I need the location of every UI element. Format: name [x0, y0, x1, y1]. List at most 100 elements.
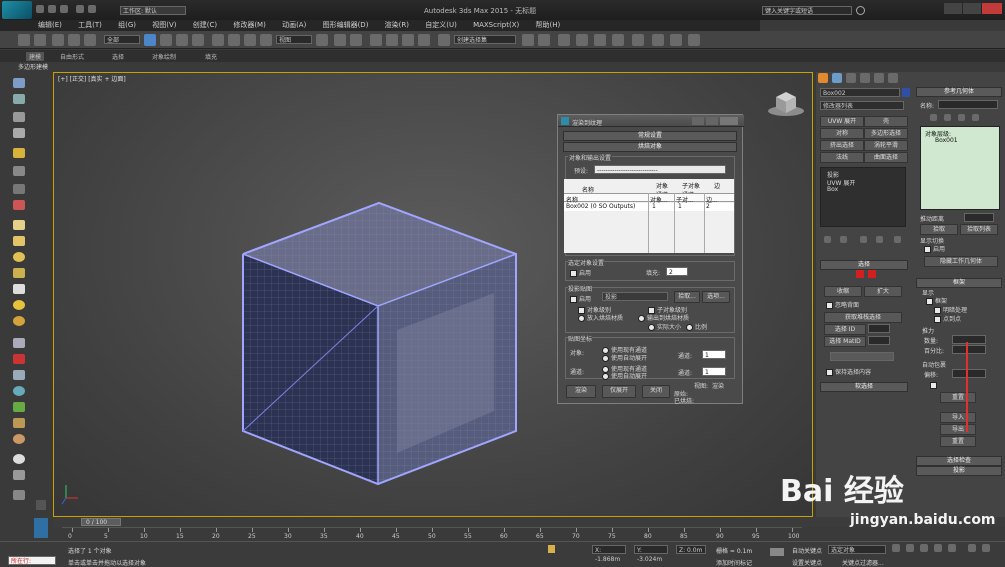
place-icon[interactable] [260, 34, 272, 46]
poly-select-button[interactable]: 多边形选择 [864, 128, 908, 139]
menu-rendering[interactable]: 渲染(R) [385, 20, 409, 31]
dialog-title-bar[interactable]: 渲染到纹理 [558, 115, 744, 127]
import-button[interactable]: 导入 [940, 412, 976, 423]
menu-create[interactable]: 创建(C) [193, 20, 217, 31]
pan-icon[interactable] [982, 544, 990, 552]
grow-button[interactable]: 扩大 [864, 286, 902, 297]
sphere-icon[interactable] [13, 252, 25, 262]
proportional-radio[interactable]: 比例 [686, 322, 707, 331]
torus-icon[interactable] [13, 268, 25, 278]
unlink-icon[interactable] [68, 34, 80, 46]
tab-populate[interactable]: 填充 [205, 52, 217, 61]
shell-button[interactable]: 壳 [864, 116, 908, 127]
selected-object-dropdown[interactable]: 选定对象 [828, 545, 886, 554]
edge-mode-icon[interactable] [868, 270, 876, 278]
helper-icon[interactable] [13, 184, 25, 194]
go-end-icon[interactable] [948, 544, 956, 552]
dialog-maximize-button[interactable] [706, 117, 718, 125]
layer-icon[interactable] [13, 94, 25, 104]
soft-selection-rollout[interactable]: 软选择 [820, 382, 908, 392]
sphere2-icon[interactable] [13, 454, 25, 464]
sub-use-auto-radio[interactable]: 使用自动展开 [602, 371, 647, 380]
move-icon[interactable] [212, 34, 224, 46]
viewport-label[interactable]: [+] [正交] [真实 + 边面] [58, 74, 126, 83]
select-id-spinner[interactable] [868, 324, 890, 333]
box-icon[interactable] [13, 220, 25, 230]
surface-select-button[interactable]: 曲面选择 [864, 152, 908, 163]
projection-rollout[interactable]: 投影 [916, 466, 1002, 476]
scale-icon[interactable] [244, 34, 256, 46]
search-input[interactable]: 键入关键字或短语 [762, 6, 852, 15]
make-unique-icon[interactable] [860, 236, 867, 243]
manipulate-icon[interactable] [334, 34, 346, 46]
cage-checkbox[interactable]: 框架 [926, 296, 947, 305]
symmetry-button[interactable]: 对称 [820, 128, 864, 139]
ref-geometry-list[interactable]: 对象层级: Box001 [920, 126, 1000, 210]
sg-dropdown[interactable] [830, 352, 894, 361]
reset-cage-button[interactable]: 重置 [940, 392, 976, 403]
save-icon[interactable] [60, 5, 68, 13]
redo-icon[interactable] [34, 34, 46, 46]
keyboard-shortcut-icon[interactable] [350, 34, 362, 46]
select-id-button[interactable]: 选择 ID [824, 324, 866, 335]
uvw-unwrap-button[interactable]: UVW 展开 [820, 116, 864, 127]
cone-icon[interactable] [13, 284, 25, 294]
shaded-checkbox[interactable]: 明暗处理 [934, 305, 967, 314]
maxscript-listener[interactable]: 所在行: [8, 556, 56, 565]
select-matid-button[interactable]: 选择 MatID [824, 336, 866, 347]
render-icon[interactable] [688, 34, 700, 46]
sub-channel-dropdown[interactable]: 1 [702, 367, 726, 376]
z-coord-field[interactable]: Z: 0.0m [676, 545, 706, 554]
tab-object-paint[interactable]: 对象绘制 [152, 52, 176, 61]
utilities-tab-icon[interactable] [888, 73, 898, 83]
link-icon[interactable] [52, 34, 64, 46]
move-up-icon[interactable] [930, 114, 937, 121]
key-icon[interactable] [770, 548, 784, 556]
schematic-view-icon[interactable] [612, 34, 624, 46]
modifier-list-dropdown[interactable]: 修改器列表 [820, 101, 904, 110]
teapot-icon[interactable] [13, 316, 25, 326]
hierarchy-tab-icon[interactable] [846, 73, 856, 83]
align-icon[interactable] [538, 34, 550, 46]
zoom-icon[interactable] [968, 544, 976, 552]
angle-snap-icon[interactable] [386, 34, 398, 46]
select-by-name-icon[interactable] [160, 34, 172, 46]
menu-tools[interactable]: 工具(T) [78, 20, 102, 31]
lock-icon[interactable] [13, 490, 25, 500]
motion-tab-icon[interactable] [860, 73, 870, 83]
undo-icon[interactable] [76, 5, 84, 13]
geosphere-icon[interactable] [13, 300, 25, 310]
dialog-minimize-button[interactable] [692, 117, 704, 125]
viewport-nav-button[interactable] [36, 500, 46, 510]
shrink-button[interactable]: 收缩 [824, 286, 862, 297]
get-stack-selection-button[interactable]: 获取堆栈选择 [824, 312, 902, 323]
rendered-frame-icon[interactable] [670, 34, 682, 46]
delete-icon[interactable] [972, 114, 979, 121]
mirror-icon[interactable] [522, 34, 534, 46]
cylinder-icon[interactable] [13, 236, 25, 246]
offset-spinner[interactable] [952, 369, 986, 378]
create-tab-icon[interactable] [818, 73, 828, 83]
snap-toggle-icon[interactable] [370, 34, 382, 46]
push-distance-spinner[interactable] [964, 213, 994, 222]
lock-selection-icon[interactable] [548, 545, 555, 553]
stack-item-box[interactable]: Box [827, 186, 838, 193]
rotate-icon[interactable] [228, 34, 240, 46]
go-start-icon[interactable] [892, 544, 900, 552]
render-button[interactable]: 渲染 [566, 385, 596, 398]
menu-customize[interactable]: 自定义(U) [425, 20, 457, 31]
select-matid-spinner[interactable] [868, 336, 890, 345]
selection-filter-dropdown[interactable]: 全部 [104, 35, 140, 44]
object-name-field[interactable]: Box002 [820, 88, 900, 97]
use-auto-radio[interactable]: 使用自动展开 [602, 353, 647, 362]
list-icon[interactable] [13, 128, 25, 138]
autokey-label[interactable]: 自动关键点 [792, 546, 822, 555]
shapes-icon[interactable] [13, 338, 25, 348]
ball-icon[interactable] [13, 434, 25, 444]
select-object-icon[interactable] [144, 34, 156, 46]
next-frame-icon[interactable] [934, 544, 942, 552]
undo-icon[interactable] [18, 34, 30, 46]
projection-enable-checkbox[interactable]: 启用 [570, 294, 591, 303]
ribbon-sub-label[interactable]: 多边形建模 [18, 62, 48, 71]
rect-selection-icon[interactable] [176, 34, 188, 46]
